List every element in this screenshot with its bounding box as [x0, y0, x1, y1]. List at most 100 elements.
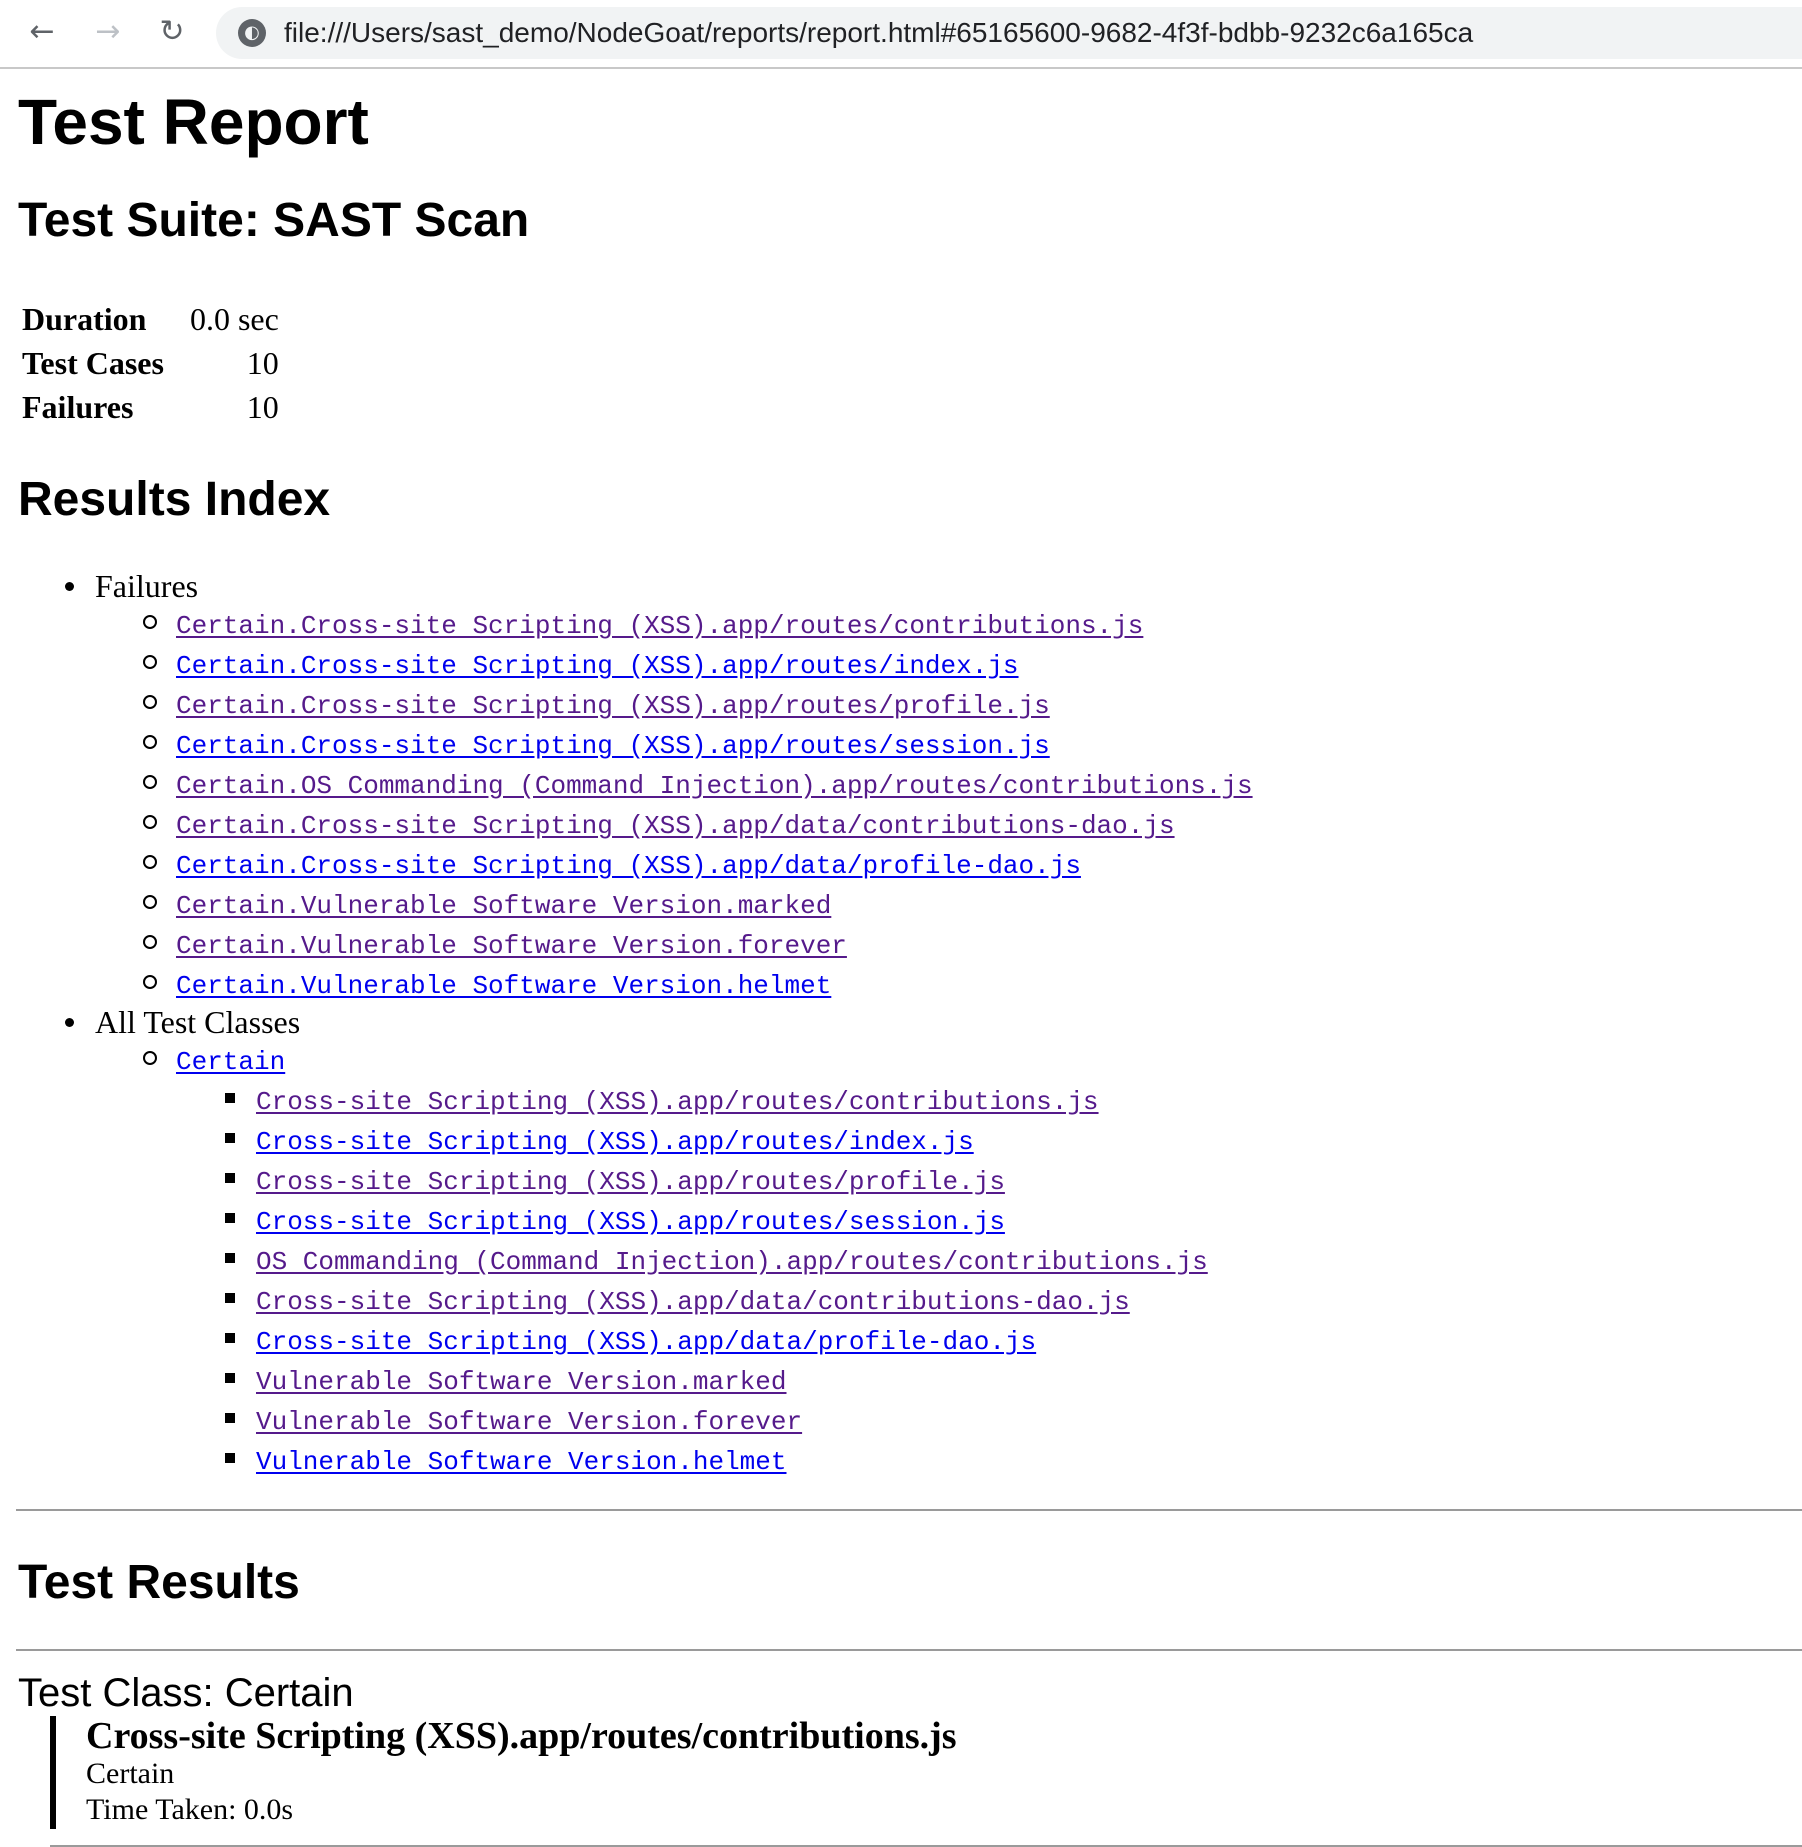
result-link[interactable]: Certain.Cross-site Scripting (XSS).app/d…: [176, 851, 1081, 881]
class-item: Certain: [18, 1040, 1802, 1080]
address-bar[interactable]: ◐ file:///Users/sast_demo/NodeGoat/repor…: [216, 7, 1802, 59]
class-link[interactable]: Certain: [176, 1047, 285, 1077]
class-tests-wrap: Cross-site Scripting (XSS).app/routes/co…: [18, 1080, 1802, 1480]
result-link[interactable]: Cross-site Scripting (XSS).app/routes/co…: [256, 1087, 1099, 1117]
result-link[interactable]: Certain.Cross-site Scripting (XSS).app/r…: [176, 731, 1050, 761]
circle-bullet-icon: [143, 935, 157, 949]
url-text[interactable]: file:///Users/sast_demo/NodeGoat/reports…: [284, 7, 1473, 59]
list-item: Certain.Cross-site Scripting (XSS).app/r…: [18, 604, 1802, 644]
list-item: Cross-site Scripting (XSS).app/routes/co…: [18, 1080, 1802, 1120]
test-class-heading: Test Class: Certain: [18, 1671, 354, 1715]
circle-bullet-icon: [143, 735, 157, 749]
list-item: Vulnerable Software Version.forever: [18, 1400, 1802, 1440]
result-link[interactable]: Certain.OS Commanding (Command Injection…: [176, 771, 1253, 801]
summary-value: 10: [246, 389, 279, 425]
list-item: Certain.Cross-site Scripting (XSS).app/r…: [18, 684, 1802, 724]
circle-bullet-icon: [143, 815, 157, 829]
disc-bullet-icon: [65, 1018, 74, 1027]
summary-label: Test Cases: [22, 345, 164, 381]
list-item: Vulnerable Software Version.helmet: [18, 1440, 1802, 1480]
summary-table: Duration 0.0 sec Test Cases 10 Failures 10: [22, 297, 279, 429]
summary-row: Test Cases 10: [22, 341, 279, 385]
divider: [16, 1649, 1802, 1651]
list-item: Certain.Vulnerable Software Version.fore…: [18, 924, 1802, 964]
test-case: Cross-site Scripting (XSS).app/routes/co…: [50, 1716, 1802, 1829]
result-link[interactable]: Vulnerable Software Version.marked: [256, 1367, 787, 1397]
square-bullet-icon: [225, 1333, 235, 1343]
list-item: Certain.Cross-site Scripting (XSS).app/d…: [18, 804, 1802, 844]
failures-group: Failures: [18, 568, 1802, 604]
square-bullet-icon: [225, 1213, 235, 1223]
circle-bullet-icon: [143, 695, 157, 709]
globe-icon[interactable]: ◐: [238, 19, 266, 47]
square-bullet-icon: [225, 1413, 235, 1423]
list-item: Certain.Vulnerable Software Version.helm…: [18, 964, 1802, 1004]
list-item: Vulnerable Software Version.marked: [18, 1360, 1802, 1400]
square-bullet-icon: [225, 1093, 235, 1103]
class-tests-list: Cross-site Scripting (XSS).app/routes/co…: [18, 1080, 1802, 1480]
list-item: OS Commanding (Command Injection).app/ro…: [18, 1240, 1802, 1280]
forward-arrow-icon[interactable]: →: [88, 12, 128, 52]
square-bullet-icon: [225, 1453, 235, 1463]
page-title: Test Report: [18, 86, 369, 158]
test-case-time: Time Taken: 0.0s: [86, 1793, 294, 1826]
result-link[interactable]: Certain.Cross-site Scripting (XSS).app/d…: [176, 811, 1175, 841]
square-bullet-icon: [225, 1293, 235, 1303]
disc-bullet-icon: [65, 582, 74, 591]
square-bullet-icon: [225, 1173, 235, 1183]
report-page: Test Report Test Suite: SAST Scan Durati…: [16, 69, 1802, 1847]
result-link[interactable]: Certain.Vulnerable Software Version.mark…: [176, 891, 831, 921]
summary-label: Duration: [22, 301, 147, 337]
reload-icon[interactable]: ↻: [152, 12, 192, 52]
result-link[interactable]: OS Commanding (Command Injection).app/ro…: [256, 1247, 1208, 1277]
result-link[interactable]: Certain.Cross-site Scripting (XSS).app/r…: [176, 651, 1019, 681]
result-link[interactable]: Cross-site Scripting (XSS).app/data/prof…: [256, 1327, 1036, 1357]
back-arrow-icon[interactable]: ←: [22, 12, 62, 52]
failures-label: Failures: [95, 568, 199, 604]
square-bullet-icon: [225, 1253, 235, 1263]
summary-label: Failures: [22, 389, 134, 425]
results-index-title: Results Index: [18, 473, 331, 526]
browser-toolbar: ← → ↻ ◐ file:///Users/sast_demo/NodeGoat…: [0, 0, 1802, 69]
circle-bullet-icon: [143, 655, 157, 669]
circle-bullet-icon: [143, 855, 157, 869]
test-case-class: Certain: [86, 1757, 175, 1790]
results-index: Failures Certain.Cross-site Scripting (X…: [18, 568, 1802, 1480]
circle-bullet-icon: [143, 895, 157, 909]
list-item: Certain.Vulnerable Software Version.mark…: [18, 884, 1802, 924]
failures-list: Certain.Cross-site Scripting (XSS).app/r…: [18, 604, 1802, 1004]
result-link[interactable]: Certain.Vulnerable Software Version.helm…: [176, 971, 831, 1001]
summary-row: Duration 0.0 sec: [22, 297, 279, 341]
list-item: Certain.Cross-site Scripting (XSS).app/d…: [18, 844, 1802, 884]
summary-value: 0.0 sec: [189, 301, 279, 337]
result-link[interactable]: Cross-site Scripting (XSS).app/routes/in…: [256, 1127, 974, 1157]
list-item: Cross-site Scripting (XSS).app/data/prof…: [18, 1320, 1802, 1360]
summary-value: 10: [246, 345, 279, 381]
result-link[interactable]: Cross-site Scripting (XSS).app/routes/se…: [256, 1207, 1005, 1237]
result-link[interactable]: Certain.Cross-site Scripting (XSS).app/r…: [176, 691, 1050, 721]
list-item: Cross-site Scripting (XSS).app/routes/se…: [18, 1200, 1802, 1240]
list-item: Certain.OS Commanding (Command Injection…: [18, 764, 1802, 804]
result-link[interactable]: Vulnerable Software Version.helmet: [256, 1447, 787, 1477]
list-item: Cross-site Scripting (XSS).app/routes/pr…: [18, 1160, 1802, 1200]
result-link[interactable]: Certain.Vulnerable Software Version.fore…: [176, 931, 847, 961]
circle-bullet-icon: [143, 775, 157, 789]
failures-list-wrap: Certain.Cross-site Scripting (XSS).app/r…: [18, 604, 1802, 1004]
list-item: Cross-site Scripting (XSS).app/data/cont…: [18, 1280, 1802, 1320]
result-link[interactable]: Certain.Cross-site Scripting (XSS).app/r…: [176, 611, 1143, 641]
all-classes-label: All Test Classes: [95, 1004, 301, 1040]
test-results-title: Test Results: [18, 1556, 300, 1609]
result-link[interactable]: Cross-site Scripting (XSS).app/routes/pr…: [256, 1167, 1005, 1197]
square-bullet-icon: [225, 1133, 235, 1143]
summary-row: Failures 10: [22, 385, 279, 429]
square-bullet-icon: [225, 1373, 235, 1383]
suite-title: Test Suite: SAST Scan: [18, 194, 530, 247]
result-link[interactable]: Vulnerable Software Version.forever: [256, 1407, 802, 1437]
circle-bullet-icon: [143, 1051, 157, 1065]
test-case-name: Cross-site Scripting (XSS).app/routes/co…: [86, 1715, 957, 1757]
circle-bullet-icon: [143, 615, 157, 629]
list-item: Cross-site Scripting (XSS).app/routes/in…: [18, 1120, 1802, 1160]
result-link[interactable]: Cross-site Scripting (XSS).app/data/cont…: [256, 1287, 1130, 1317]
divider: [16, 1509, 1802, 1511]
circle-bullet-icon: [143, 975, 157, 989]
